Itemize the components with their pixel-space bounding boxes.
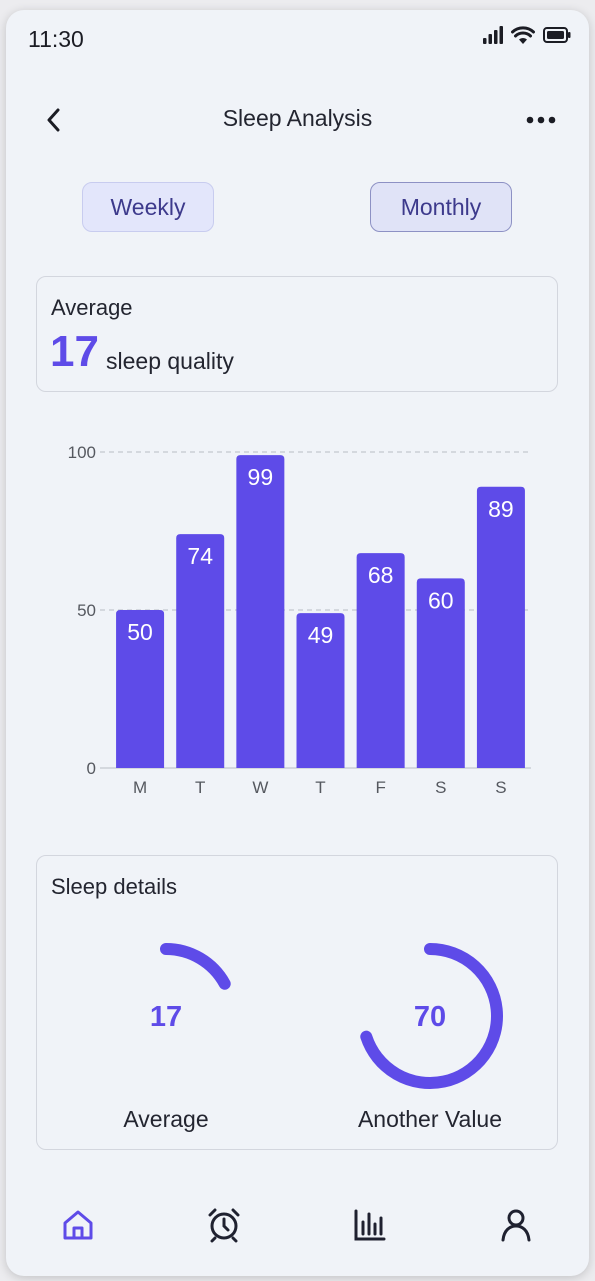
status-icons — [483, 26, 571, 49]
x-tick-label: F — [375, 778, 385, 797]
phone-screen: 11:30 Sleep Analysis Weekly Monthly Aver… — [6, 10, 589, 1276]
battery-icon — [543, 27, 571, 48]
tab-stats[interactable] — [345, 1200, 395, 1250]
average-label: Average — [51, 295, 133, 320]
x-tick-label: T — [315, 778, 325, 797]
average-unit: sleep quality — [106, 348, 234, 374]
y-tick-label: 100 — [68, 443, 96, 462]
wifi-icon — [511, 26, 535, 49]
y-tick-label: 50 — [77, 601, 96, 620]
average-card: Average 17 sleep quality — [36, 276, 558, 392]
bar-value-label: 68 — [368, 562, 394, 588]
another-value-gauge-label: Another Value — [357, 1106, 503, 1132]
more-horizontal-icon — [526, 116, 556, 124]
tab-profile[interactable] — [491, 1200, 541, 1250]
sleep-details-card: Sleep details 17 Average 70 Another Valu… — [36, 855, 558, 1150]
x-tick-label: S — [495, 778, 506, 797]
bar — [476, 486, 525, 768]
average-gauge-arc — [160, 943, 231, 990]
y-tick-label: 0 — [87, 759, 96, 778]
monthly-toggle-button[interactable]: Monthly — [370, 182, 512, 232]
page-title: Sleep Analysis — [222, 105, 373, 131]
average-gauge-value: 17 — [149, 1001, 183, 1033]
bar-value-label: 74 — [187, 543, 213, 569]
bar-value-label: 49 — [308, 622, 334, 648]
bar — [176, 534, 225, 768]
bar-value-label: 50 — [127, 619, 153, 645]
tab-alarm[interactable] — [199, 1200, 249, 1250]
bar-value-label: 60 — [428, 587, 454, 613]
average-gauge-label: Average — [123, 1106, 209, 1132]
alarm-clock-icon — [208, 1208, 240, 1243]
sleep-bar-chart: 0 50 100 50 M 74 T 99 W 49 T 68 F 60 S 89 S — [36, 430, 566, 810]
weekly-toggle-button[interactable]: Weekly — [82, 182, 214, 232]
status-time: 11:30 — [28, 26, 84, 52]
bar-chart-icon — [354, 1209, 386, 1241]
details-title: Sleep details — [51, 874, 177, 899]
bar — [236, 455, 285, 768]
user-icon — [501, 1209, 531, 1242]
home-icon — [63, 1210, 93, 1240]
average-value: 17 — [50, 327, 99, 376]
another-value-gauge-value: 70 — [413, 1001, 447, 1033]
status-bar: 11:30 — [6, 10, 589, 70]
bottom-tab-bar — [6, 1200, 589, 1260]
x-tick-label: M — [133, 778, 147, 797]
x-tick-label: T — [195, 778, 205, 797]
bar-value-label: 99 — [248, 464, 274, 490]
signal-icon — [483, 26, 503, 49]
more-options-button[interactable] — [521, 104, 561, 136]
tab-home[interactable] — [53, 1200, 103, 1250]
bar-chart-svg: 0 50 100 50 M 74 T 99 W 49 T 68 F 60 S 89 S — [68, 443, 531, 797]
x-tick-label: S — [435, 778, 446, 797]
x-tick-label: W — [252, 778, 268, 797]
bar-value-label: 89 — [488, 496, 514, 522]
header: Sleep Analysis — [6, 90, 589, 150]
